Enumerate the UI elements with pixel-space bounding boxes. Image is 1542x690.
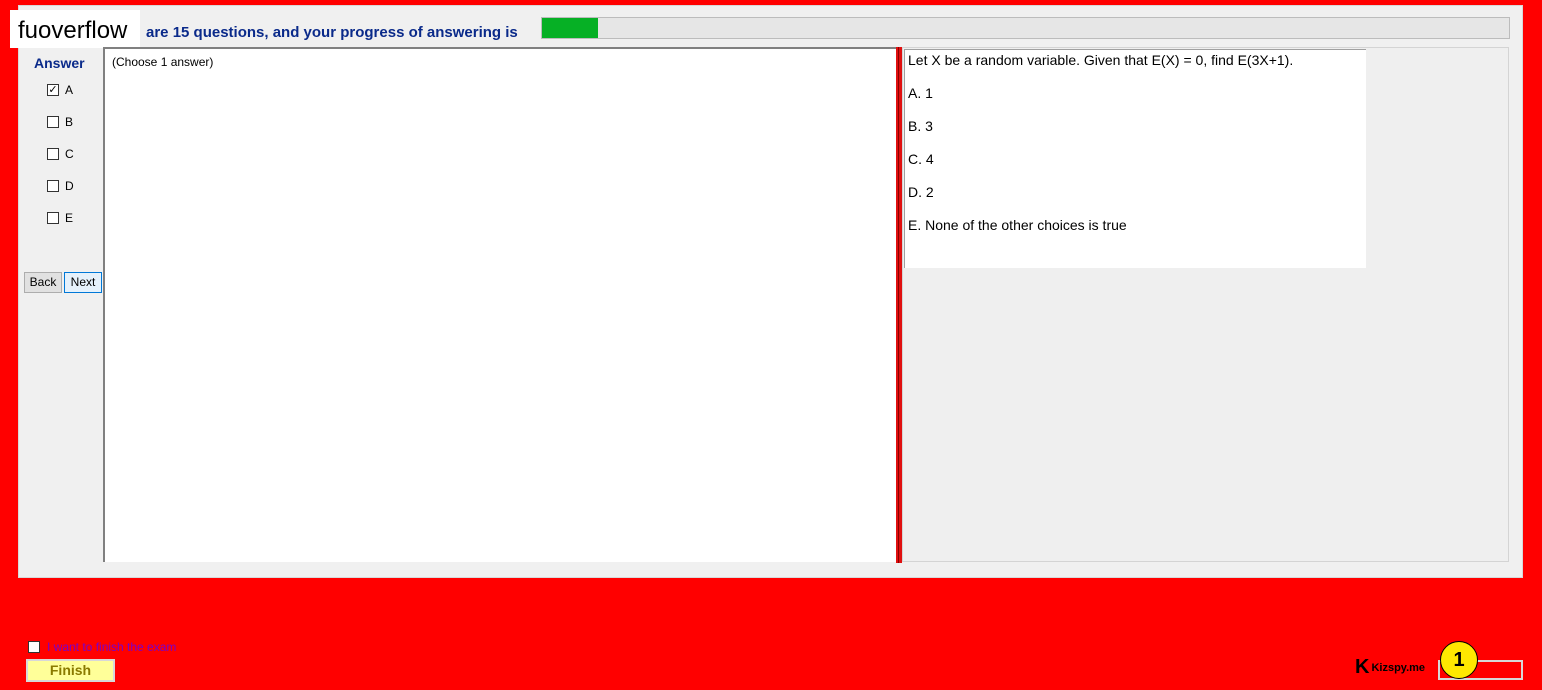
question-box: Let X be a random variable. Given that E… [904, 49, 1366, 268]
answer-option-e[interactable]: E [47, 211, 73, 225]
brand-logo: fuoverflow [10, 10, 140, 48]
answer-option-a[interactable]: ✓ A [47, 83, 73, 97]
answer-text-area: (Choose 1 answer) [103, 47, 896, 562]
finish-exam-checkbox[interactable] [28, 641, 40, 653]
finish-exam-checkbox-row[interactable]: I want to finish the exam [28, 640, 176, 654]
watermark: K Kizspy.me [1355, 656, 1425, 679]
finish-exam-label: I want to finish the exam [47, 640, 177, 654]
answer-e-label: E [65, 211, 74, 225]
answer-option-b[interactable]: B [47, 115, 73, 129]
answer-c-label: C [65, 147, 74, 161]
finish-button[interactable]: Finish [26, 659, 115, 682]
watermark-text: Kizspy.me [1371, 661, 1426, 674]
answer-c-checkbox[interactable] [47, 148, 59, 160]
answer-option-d[interactable]: D [47, 179, 74, 193]
question-choice-a: A. 1 [908, 85, 933, 101]
instruction-text: (Choose 1 answer) [112, 55, 214, 69]
progress-text: are 15 questions, and your progress of a… [146, 24, 518, 41]
progress-bar [541, 17, 1510, 39]
k-logo-icon: K [1355, 656, 1370, 678]
answer-e-checkbox[interactable] [47, 212, 59, 224]
answer-b-label: B [65, 115, 74, 129]
next-button[interactable]: Next [64, 272, 102, 293]
question-choice-e: E. None of the other choices is true [908, 217, 1127, 233]
answer-a-checkbox[interactable]: ✓ [47, 84, 59, 96]
answer-d-checkbox[interactable] [47, 180, 59, 192]
question-text: Let X be a random variable. Given that E… [908, 52, 1294, 68]
question-choice-b: B. 3 [908, 118, 933, 134]
progress-bar-fill [542, 18, 599, 38]
number-badge: 1 [1440, 641, 1478, 679]
answer-option-c[interactable]: C [47, 147, 74, 161]
answer-d-label: D [65, 179, 74, 193]
answer-a-label: A [65, 83, 74, 97]
answer-title: Answer [34, 55, 85, 71]
answer-b-checkbox[interactable] [47, 116, 59, 128]
back-button[interactable]: Back [24, 272, 62, 293]
question-choice-d: D. 2 [908, 184, 934, 200]
question-choice-c: C. 4 [908, 151, 934, 167]
